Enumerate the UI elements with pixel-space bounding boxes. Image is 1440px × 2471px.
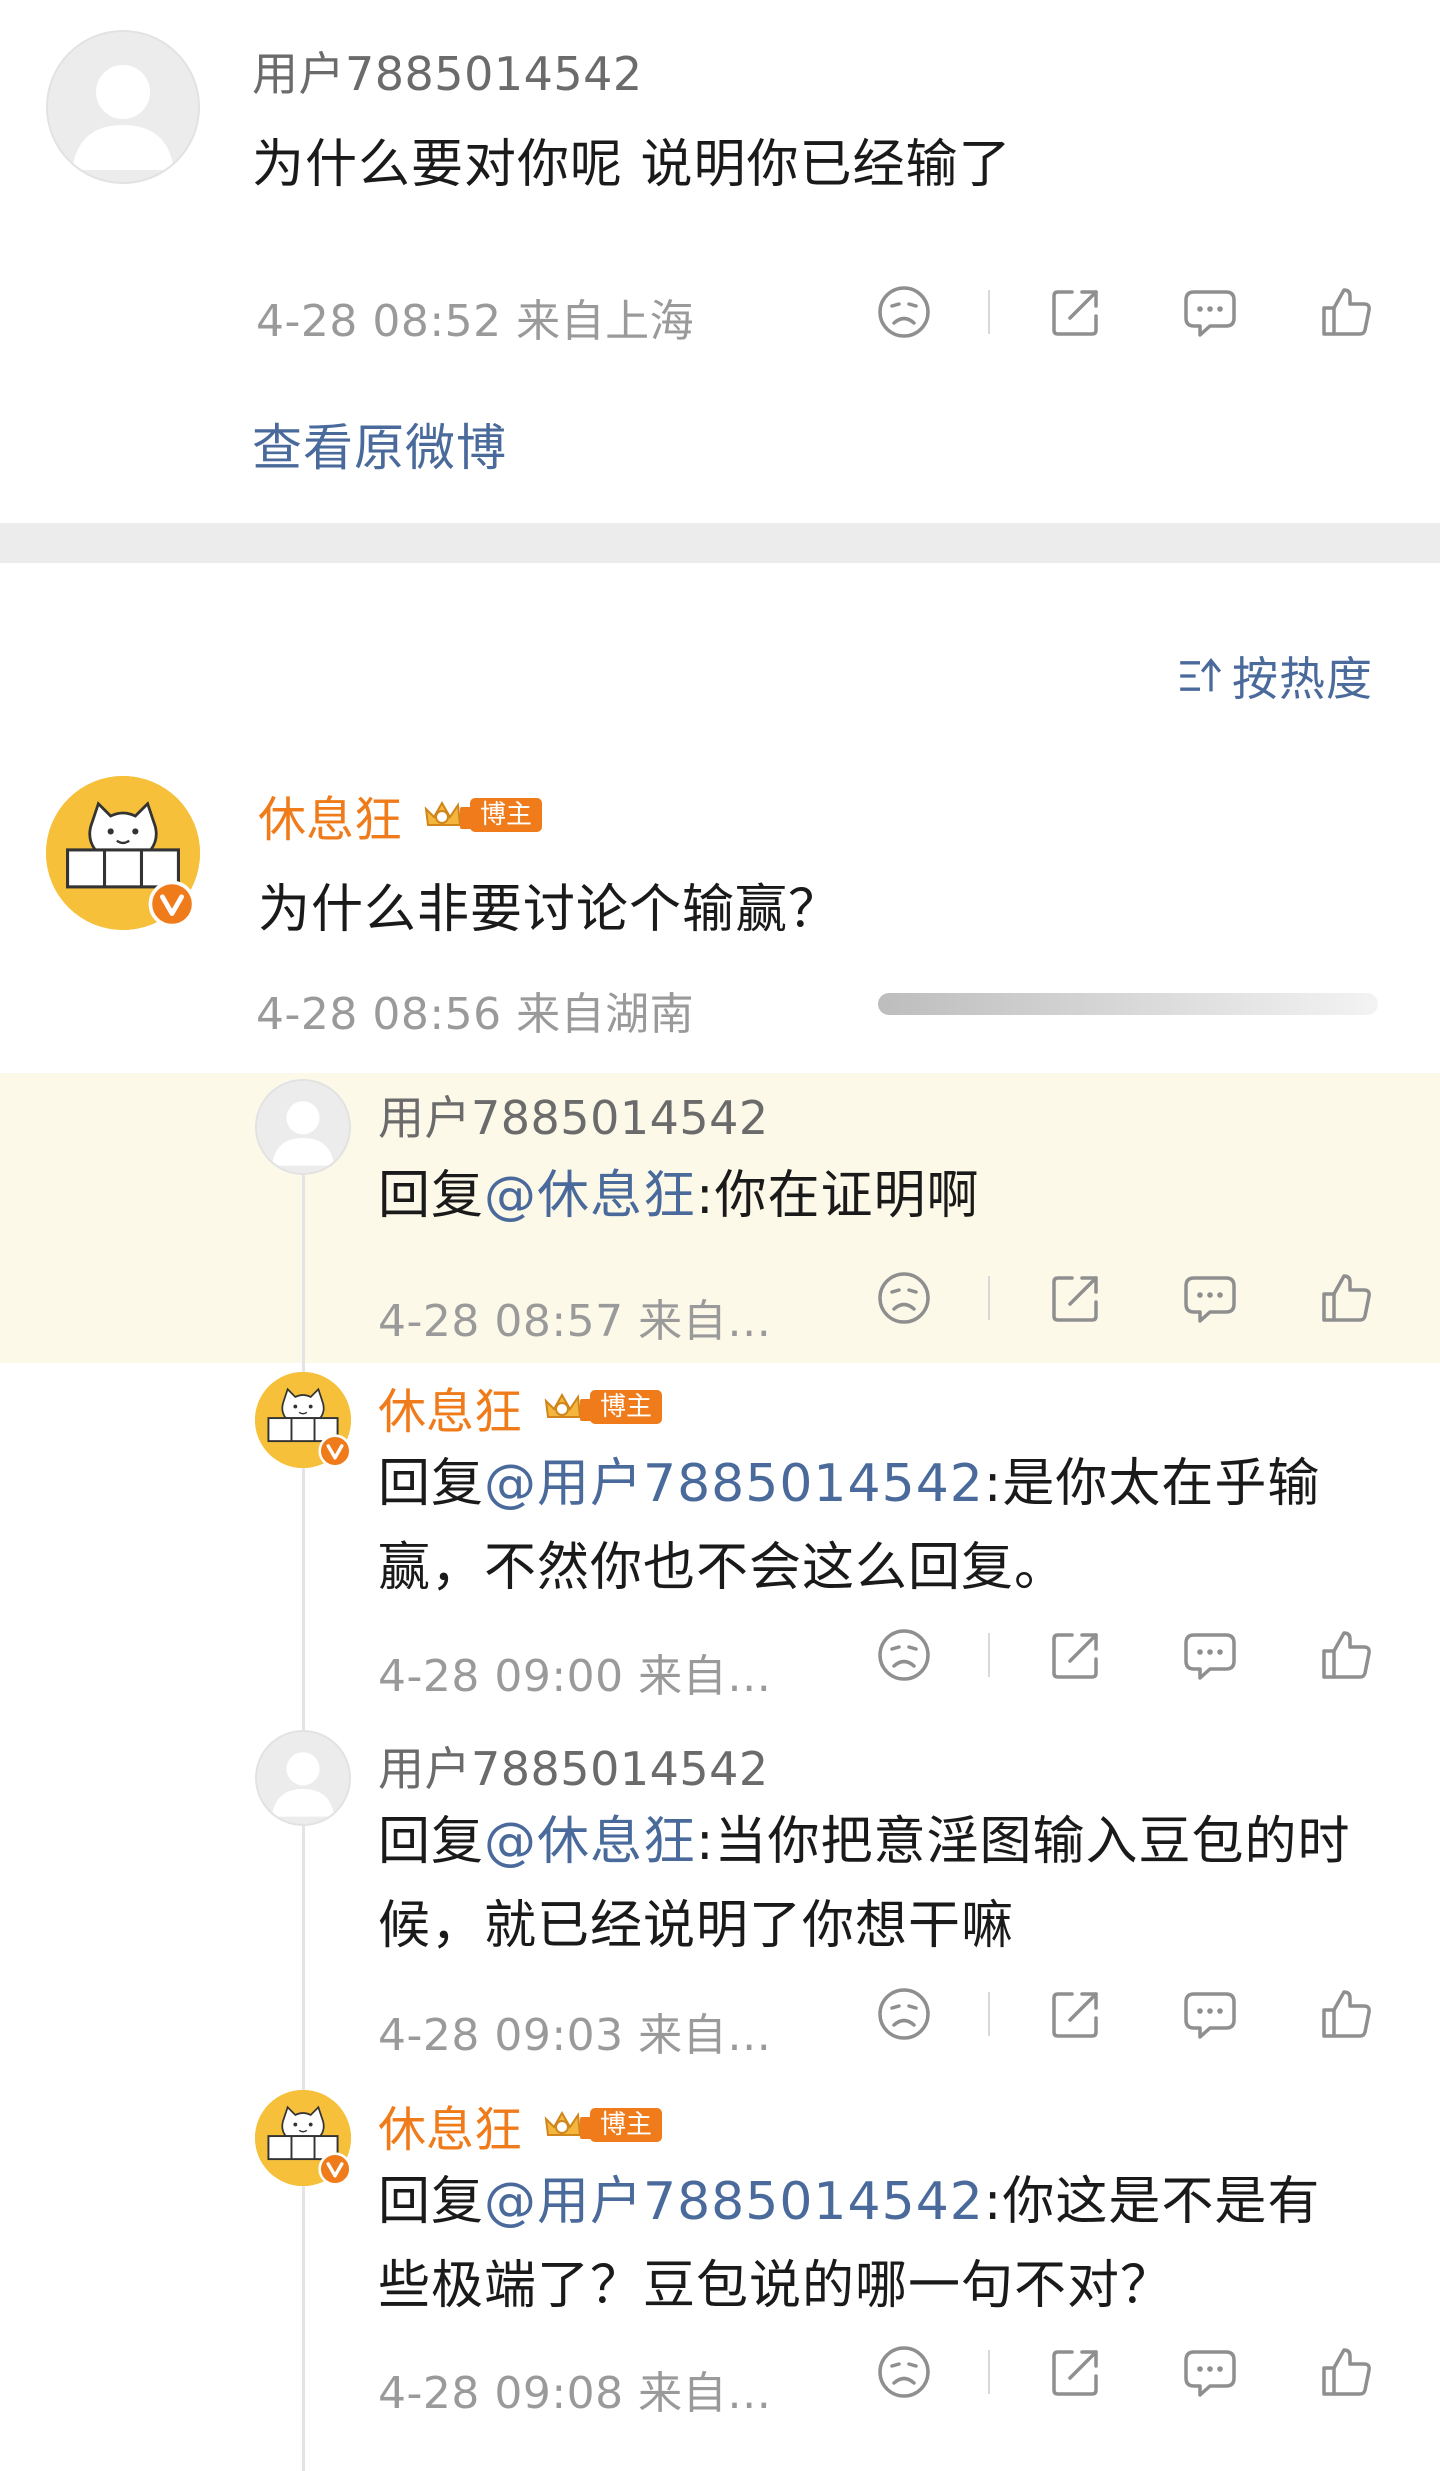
blogger-badge: 博主	[540, 2105, 663, 2145]
verified-icon	[318, 2152, 352, 2186]
comment-icon[interactable]	[1180, 1268, 1240, 1328]
like-icon[interactable]	[1316, 2342, 1376, 2402]
share-icon[interactable]	[1046, 1268, 1106, 1328]
reply-meta: 4-28 09:00 来自…	[378, 1651, 772, 1702]
reply-meta: 4-28 09:03 来自…	[378, 2010, 772, 2061]
comment-icon[interactable]	[1180, 2342, 1240, 2402]
reply-text: 回复@用户7885014542:是你太在乎输赢，不然你也不会这么回复。	[378, 1454, 1321, 1598]
share-icon[interactable]	[1046, 1625, 1106, 1685]
divider	[988, 290, 990, 334]
reply-text: 回复@休息狂:你在证明啊	[378, 1166, 980, 1226]
avatar[interactable]	[255, 1079, 351, 1175]
verified-icon	[148, 880, 196, 928]
share-icon[interactable]	[1046, 1984, 1106, 2044]
reply-text: 回复@休息狂:当你把意淫图输入豆包的时候，就已经说明了你想干嘛	[378, 1812, 1351, 1956]
like-icon[interactable]	[1316, 1268, 1376, 1328]
blogger-badge: 博主	[540, 1387, 663, 1427]
sort-button[interactable]: 按热度	[1178, 643, 1373, 709]
default-user-icon	[48, 32, 198, 182]
share-icon[interactable]	[1046, 282, 1106, 342]
dislike-icon[interactable]	[874, 2342, 934, 2402]
divider	[988, 2350, 990, 2394]
dislike-icon[interactable]	[874, 1625, 934, 1685]
crown-icon	[540, 2105, 596, 2145]
reply-username[interactable]: 休息狂	[378, 2090, 522, 2160]
mention-link[interactable]: @用户7885014542	[484, 1454, 984, 1514]
dislike-icon[interactable]	[874, 1984, 934, 2044]
avatar[interactable]	[46, 30, 200, 184]
mention-link[interactable]: @休息狂	[484, 1166, 696, 1226]
blogger-badge: 博主	[420, 795, 543, 835]
crown-icon	[420, 795, 476, 835]
like-icon[interactable]	[1316, 282, 1376, 342]
reply-username[interactable]: 用户7885014542	[378, 1082, 769, 1148]
reply-meta: 4-28 09:08 来自…	[378, 2368, 772, 2419]
sort-icon	[1178, 654, 1222, 698]
mention-link[interactable]: @休息狂	[484, 1812, 696, 1872]
default-user-icon	[257, 1081, 349, 1173]
reply-username[interactable]: 用户7885014542	[378, 1733, 769, 1799]
comment-username[interactable]: 休息狂	[258, 780, 402, 850]
comment-icon[interactable]	[1180, 1984, 1240, 2044]
avatar[interactable]	[255, 1730, 351, 1826]
reply-username[interactable]: 休息狂	[378, 1372, 522, 1442]
divider	[988, 1992, 990, 2036]
comment-meta: 4-28 08:52 来自上海	[256, 296, 695, 347]
comment-text: 为什么要对你呢 说明你已经输了	[252, 135, 1012, 195]
comment-icon[interactable]	[1180, 1625, 1240, 1685]
divider	[988, 1276, 990, 1320]
reply-meta: 4-28 08:57 来自…	[378, 1296, 772, 1347]
share-icon[interactable]	[1046, 2342, 1106, 2402]
default-user-icon	[257, 1732, 349, 1824]
like-icon[interactable]	[1316, 1625, 1376, 1685]
blurred-element	[878, 993, 1378, 1015]
section-divider	[0, 523, 1440, 563]
comment-username[interactable]: 用户7885014542	[252, 38, 643, 104]
reply-text: 回复@用户7885014542:你这是不是有些极端了？豆包说的哪一句不对？	[378, 2172, 1321, 2316]
comment-icon[interactable]	[1180, 282, 1240, 342]
sort-label: 按热度	[1232, 652, 1373, 706]
divider	[988, 1633, 990, 1677]
verified-icon	[318, 1434, 352, 1468]
comment-text: 为什么非要讨论个输赢？	[258, 880, 842, 940]
like-icon[interactable]	[1316, 1984, 1376, 2044]
comment-meta: 4-28 08:56 来自湖南	[256, 989, 695, 1040]
dislike-icon[interactable]	[874, 282, 934, 342]
mention-link[interactable]: @用户7885014542	[484, 2172, 984, 2232]
view-original-link[interactable]: 查看原微博	[252, 408, 507, 480]
dislike-icon[interactable]	[874, 1268, 934, 1328]
crown-icon	[540, 1387, 596, 1427]
